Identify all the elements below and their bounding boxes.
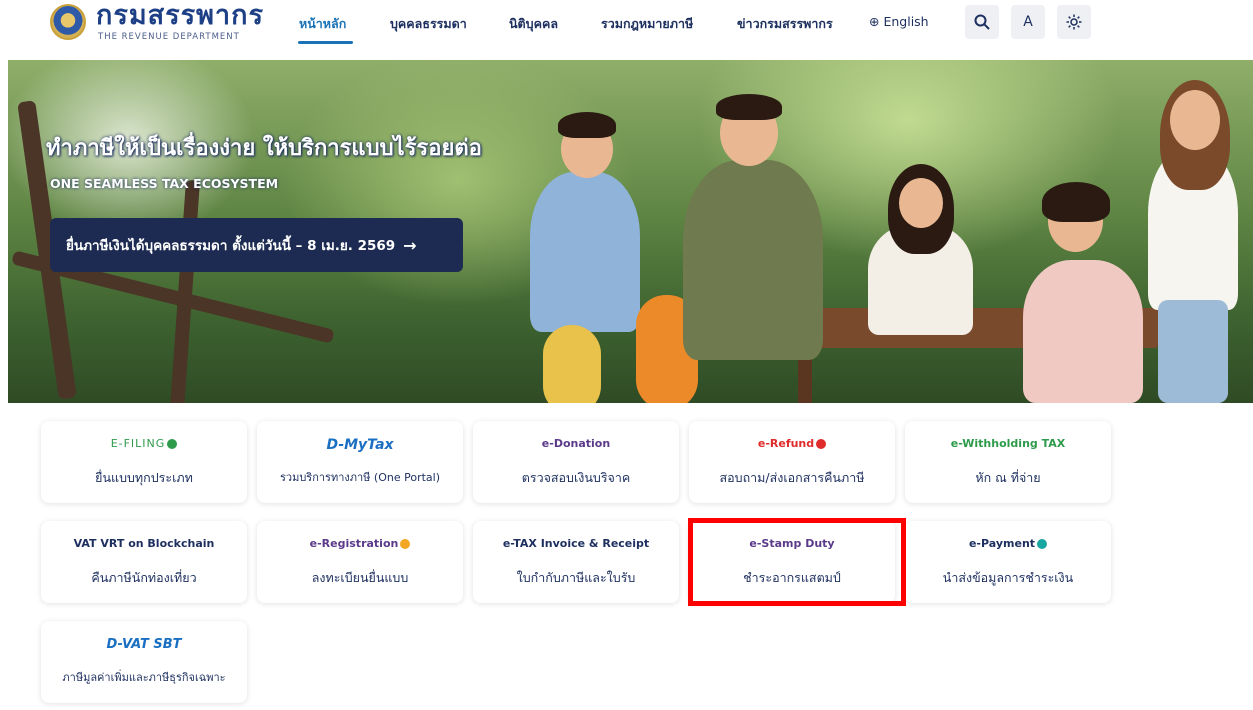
man-hair [716,94,782,120]
service-card-dmytax[interactable]: D-MyTax รวมบริการทางภาษี (One Portal) [257,421,463,503]
service-label: สอบถาม/ส่งเอกสารคืนภาษี [719,470,865,485]
nav-news[interactable]: ข่าวกรมสรรพากร [737,14,833,34]
vrt-blockchain-logo: VAT VRT on Blockchain [73,537,215,550]
edonation-logo: e-Donation [541,437,611,450]
service-card-erefund[interactable]: e-Refund สอบถาม/ส่งเอกสารคืนภาษี [689,421,895,503]
eregistration-dot-icon [400,539,411,549]
font-size-button[interactable]: A [1011,5,1045,39]
woman-face [899,178,943,228]
nav-active-indicator [298,41,353,44]
service-label: ยื่นแบบทุกประเภท [95,470,193,485]
dvat-sbt-logo: D-VAT SBT [106,637,182,652]
hero-banner: ทำภาษีให้เป็นเรื่องง่าย ให้บริการแบบไร้ร… [8,60,1253,403]
revenue-department-seal-icon[interactable] [50,4,86,40]
theme-toggle-button[interactable] [1057,5,1091,39]
service-card-eregistration[interactable]: e-Registration ลงทะเบียนยื่นแบบ [257,521,463,603]
efiling-dot-icon [167,439,178,449]
service-label: ใบกำกับภาษีและใบรับ [516,570,636,585]
logo-text-thai[interactable]: กรมสรรพากร [96,0,264,32]
file-tax-cta-button[interactable]: ยื่นภาษีเงินได้บุคคลธรรมดา ตั้งแต่วันนี้… [50,218,463,272]
young-woman-jeans [1158,300,1228,403]
language-switch[interactable]: ⊕ English [869,14,929,29]
service-label: ตรวจสอบเงินบริจาค [521,470,631,485]
epayment-dot-icon [1037,539,1048,549]
globe-icon: ⊕ [869,14,880,29]
nav-home[interactable]: หน้าหลัก [299,14,346,34]
erefund-dot-icon [816,439,827,449]
eregistration-logo: e-Registration [257,537,463,550]
service-card-epayment[interactable]: e-Payment นำส่งข้อมูลการชำระเงิน [905,521,1111,603]
service-label: ลงทะเบียนยื่นแบบ [311,570,409,585]
cta-label: ยื่นภาษีเงินได้บุคคลธรรมดา ตั้งแต่วันนี้… [66,238,396,254]
service-card-etax-invoice[interactable]: e-TAX Invoice & Receipt ใบกำกับภาษีและใบ… [473,521,679,603]
efiling-logo: E-FILING [41,437,247,450]
boy-hair [558,112,616,138]
service-card-efiling[interactable]: E-FILING ยื่นแบบทุกประเภท [41,421,247,503]
older-woman-hair [1042,182,1110,222]
epayment-logo: e-Payment [905,537,1111,550]
hero-subtitle: ONE SEAMLESS TAX ECOSYSTEM [50,176,279,191]
older-woman-figure [1023,260,1143,403]
nav-tax-law[interactable]: รวมกฎหมายภาษี [601,14,693,34]
service-label: ภาษีมูลค่าเพิ่มและภาษีธุรกิจเฉพาะ [62,671,226,684]
ewithholding-logo: e-Withholding TAX [950,437,1066,450]
young-woman-face [1170,90,1220,150]
nav-individual[interactable]: บุคคลธรรมดา [390,14,467,34]
service-label: รวมบริการทางภาษี (One Portal) [279,471,441,484]
man-figure [683,160,823,360]
hero-title: ทำภาษีให้เป็นเรื่องง่าย ให้บริการแบบไร้ร… [46,136,482,161]
sun-icon [1066,14,1082,30]
search-button[interactable] [965,5,999,39]
service-label: หัก ณ ที่จ่าย [975,470,1041,485]
skateboard-image [543,325,601,403]
etax-invoice-logo: e-TAX Invoice & Receipt [502,537,650,550]
service-label: คืนภาษีนักท่องเที่ยว [91,570,197,585]
erefund-logo: e-Refund [689,437,895,450]
dmytax-logo: D-MyTax [326,437,394,453]
arrow-right-icon: → [403,235,417,255]
service-label: นำส่งข้อมูลการชำระเงิน [942,570,1074,585]
service-card-ewithholding[interactable]: e-Withholding TAX หัก ณ ที่จ่าย [905,421,1111,503]
search-icon [974,14,990,30]
boy-figure [530,172,640,332]
service-card-dvat-sbt[interactable]: D-VAT SBT ภาษีมูลค่าเพิ่มและภาษีธุรกิจเฉ… [41,621,247,703]
service-card-vrt[interactable]: VAT VRT on Blockchain คืนภาษีนักท่องเที่… [41,521,247,603]
logo-text-english[interactable]: THE REVENUE DEPARTMENT [98,32,240,42]
nav-corporate[interactable]: นิติบุคคล [509,14,558,34]
highlight-box [688,518,906,606]
service-card-edonation[interactable]: e-Donation ตรวจสอบเงินบริจาค [473,421,679,503]
language-label: English [883,14,929,29]
site-header: กรมสรรพากร THE REVENUE DEPARTMENT หน้าหล… [0,0,1253,60]
